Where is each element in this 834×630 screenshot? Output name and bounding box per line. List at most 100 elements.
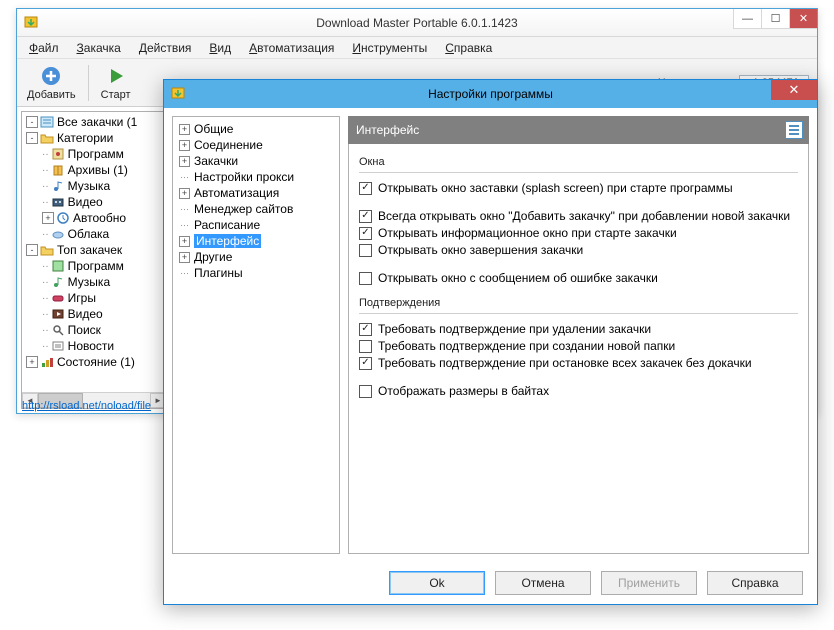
- tree-item[interactable]: ··Видео: [22, 306, 166, 322]
- tree-label: Видео: [68, 195, 103, 209]
- settings-tree-item[interactable]: + Другие: [175, 249, 337, 265]
- settings-dialog: Настройки программы ✕ +Общие+Соединение+…: [163, 79, 818, 605]
- checkbox-row[interactable]: Требовать подтверждение при удалении зак…: [359, 322, 798, 336]
- archive-icon: [51, 163, 65, 177]
- app-icon: [51, 147, 65, 161]
- search-icon: [51, 323, 65, 337]
- checkbox-icon: [359, 210, 372, 223]
- cancel-button[interactable]: Отмена: [495, 571, 591, 595]
- category-tree[interactable]: -Все закачки (1-Категории··Программ··Арх…: [21, 111, 167, 409]
- add-button[interactable]: Добавить: [21, 62, 82, 103]
- checkbox-row[interactable]: Открывать окно завершения закачки: [359, 243, 798, 257]
- expand-icon[interactable]: -: [26, 244, 38, 256]
- settings-tree-item[interactable]: + Автоматизация: [175, 185, 337, 201]
- window-icon: [785, 121, 803, 139]
- expand-icon[interactable]: +: [179, 124, 190, 135]
- tree-item[interactable]: ··Архивы (1): [22, 162, 166, 178]
- start-button[interactable]: Старт: [95, 62, 137, 103]
- checkbox-bytes[interactable]: Отображать размеры в байтах: [359, 384, 798, 398]
- tree-item[interactable]: ··Игры: [22, 290, 166, 306]
- tree-connector: ··: [42, 261, 49, 272]
- menu-help[interactable]: Справка: [437, 39, 500, 57]
- checkbox-row[interactable]: Открывать окно с сообщением об ошибке за…: [359, 271, 798, 285]
- settings-close-button[interactable]: ✕: [771, 80, 817, 100]
- menu-view[interactable]: Вид: [201, 39, 239, 57]
- menu-file[interactable]: Файл: [21, 39, 67, 57]
- settings-tree[interactable]: +Общие+Соединение+ЗакачкиНастройки прокс…: [172, 116, 340, 554]
- tree-item[interactable]: ··Музыка: [22, 274, 166, 290]
- expand-icon[interactable]: +: [42, 212, 54, 224]
- folder-icon: [40, 243, 54, 257]
- tree-label: Автообно: [73, 211, 126, 225]
- expand-icon[interactable]: +: [26, 356, 38, 368]
- tree-item[interactable]: ··Поиск: [22, 322, 166, 338]
- expand-icon[interactable]: +: [179, 140, 190, 151]
- tree-label: Музыка: [68, 275, 110, 289]
- tree-item[interactable]: ··Новости: [22, 338, 166, 354]
- checkbox-label: Требовать подтверждение при остановке вс…: [378, 356, 752, 370]
- tree-label: Соединение: [194, 138, 263, 152]
- tree-item[interactable]: - Топ закачек: [22, 242, 166, 258]
- expand-icon[interactable]: -: [26, 132, 38, 144]
- settings-tree-item[interactable]: Менеджер сайтов: [175, 201, 337, 217]
- close-button[interactable]: ✕: [789, 9, 817, 29]
- menu-actions[interactable]: Действия: [131, 39, 200, 57]
- ok-button[interactable]: Ok: [389, 571, 485, 595]
- maximize-button[interactable]: ☐: [761, 9, 789, 29]
- apply-button[interactable]: Применить: [601, 571, 697, 595]
- menu-download[interactable]: Закачка: [69, 39, 129, 57]
- tree-label: Менеджер сайтов: [194, 202, 293, 216]
- tree-item[interactable]: -Все закачки (1: [22, 114, 166, 130]
- tree-label: Музыка: [68, 179, 110, 193]
- main-titlebar[interactable]: Download Master Portable 6.0.1.1423 — ☐ …: [17, 9, 817, 37]
- settings-tree-item[interactable]: +Интерфейс: [175, 233, 337, 249]
- settings-tree-item[interactable]: +Общие: [175, 121, 337, 137]
- checkbox-label: Открывать информационное окно при старте…: [378, 226, 677, 240]
- minimize-button[interactable]: —: [733, 9, 761, 29]
- state-icon: [40, 355, 54, 369]
- tree-label: Другие: [194, 250, 232, 264]
- menu-tools[interactable]: Инструменты: [344, 39, 435, 57]
- checkbox-row[interactable]: Открывать окно заставки (splash screen) …: [359, 181, 798, 195]
- tree-item[interactable]: ··Видео: [22, 194, 166, 210]
- tree-item[interactable]: + Автообно: [22, 210, 166, 226]
- app-icon: [23, 15, 39, 31]
- checkbox-row[interactable]: Требовать подтверждение при создании нов…: [359, 339, 798, 353]
- checkbox-row[interactable]: Открывать информационное окно при старте…: [359, 226, 798, 240]
- expand-icon[interactable]: -: [26, 116, 38, 128]
- tree-item[interactable]: ··Облака: [22, 226, 166, 242]
- main-title: Download Master Portable 6.0.1.1423: [316, 16, 517, 30]
- tree-item[interactable]: ··Музыка: [22, 178, 166, 194]
- checkbox-row[interactable]: Требовать подтверждение при остановке вс…: [359, 356, 798, 370]
- settings-tree-item[interactable]: +Закачки: [175, 153, 337, 169]
- settings-tree-item[interactable]: + Соединение: [175, 137, 337, 153]
- tree-item[interactable]: ··Программ: [22, 258, 166, 274]
- checkbox-icon: [359, 357, 372, 370]
- checkbox-icon: [359, 244, 372, 257]
- help-button[interactable]: Справка: [707, 571, 803, 595]
- add-label: Добавить: [27, 89, 76, 101]
- expand-icon[interactable]: +: [179, 236, 190, 247]
- checkbox-label: Открывать окно завершения закачки: [378, 243, 583, 257]
- video-icon: [51, 195, 65, 209]
- tree-label: Автоматизация: [194, 186, 279, 200]
- settings-tree-item[interactable]: Плагины: [175, 265, 337, 281]
- settings-titlebar[interactable]: Настройки программы ✕: [164, 80, 817, 108]
- settings-tree-item[interactable]: Настройки прокси: [175, 169, 337, 185]
- tree-label: Топ закачек: [57, 243, 122, 257]
- group-windows-label: Окна: [359, 156, 798, 168]
- expand-icon[interactable]: +: [179, 188, 190, 199]
- footer-link[interactable]: http://rsload.net/noload/file: [22, 400, 151, 412]
- checkbox-row[interactable]: Всегда открывать окно "Добавить закачку"…: [359, 209, 798, 223]
- menu-automation[interactable]: Автоматизация: [241, 39, 342, 57]
- settings-tree-item[interactable]: Расписание: [175, 217, 337, 233]
- expand-icon[interactable]: +: [179, 252, 190, 263]
- tree-connector: ··: [42, 309, 49, 320]
- tree-item[interactable]: ··Программ: [22, 146, 166, 162]
- section-title: Интерфейс: [356, 123, 419, 137]
- list-icon: [40, 115, 54, 129]
- tree-item[interactable]: +Состояние (1): [22, 354, 166, 370]
- expand-icon[interactable]: +: [179, 156, 190, 167]
- tree-item[interactable]: -Категории: [22, 130, 166, 146]
- auto-icon: [56, 211, 70, 225]
